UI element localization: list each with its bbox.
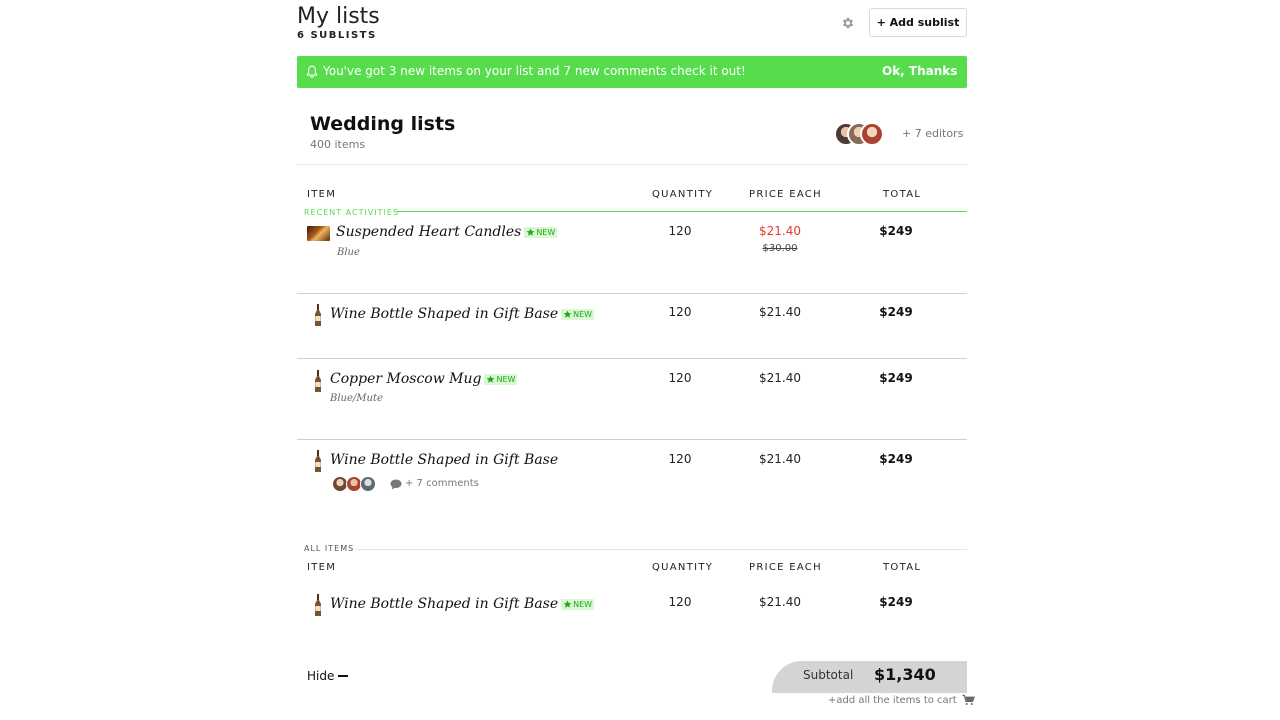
notification-banner: You've got 3 new items on your list and … [297, 56, 967, 88]
add-all-to-cart-link[interactable]: +add all the items to cart [828, 694, 975, 706]
new-badge-label: NEW [536, 227, 556, 237]
sublist-count: 6 SUBLISTS [297, 30, 377, 41]
subtotal-label: Subtotal [803, 668, 854, 682]
item-name[interactable]: Suspended Heart Candles [336, 224, 521, 240]
new-badge-label: NEW [573, 309, 593, 319]
column-header-price: PRICE EACH [749, 189, 822, 200]
item-quantity[interactable]: 120 [650, 595, 710, 609]
item-quantity[interactable]: 120 [650, 452, 710, 466]
hide-button[interactable]: Hide [307, 669, 349, 683]
bell-icon [306, 65, 318, 78]
list-item-count: 400 items [310, 138, 366, 151]
avatar [860, 122, 884, 146]
divider [356, 549, 967, 550]
subtotal-panel: Subtotal $1,340 [772, 661, 967, 693]
star-icon [487, 374, 495, 383]
item-price: $21.40 [759, 371, 801, 385]
new-badge: NEW [561, 598, 595, 610]
section-label-recent: RECENT ACTIVITIES [304, 208, 400, 217]
new-badge-label: NEW [573, 599, 593, 609]
item-total: $249 [879, 452, 913, 466]
star-icon [563, 309, 572, 318]
commenter-avatars[interactable] [332, 476, 380, 494]
list-title: Wedding lists [310, 113, 456, 135]
item-name[interactable]: Copper Moscow Mug [330, 371, 481, 387]
list-item[interactable]: Wine Bottle Shaped in Gift Base [330, 452, 558, 468]
product-thumbnail[interactable] [314, 370, 322, 392]
comment-count[interactable]: + 7 comments [405, 478, 479, 489]
list-item[interactable]: Copper Moscow Mug NEW [330, 371, 518, 387]
product-thumbnail[interactable] [307, 226, 330, 241]
star-icon [563, 599, 572, 608]
column-header-quantity: QUANTITY [652, 189, 714, 200]
comment-icon [390, 479, 402, 490]
column-header-total: TOTAL [883, 189, 922, 200]
divider [297, 439, 967, 440]
item-name[interactable]: Wine Bottle Shaped in Gift Base [330, 596, 558, 612]
editors-count[interactable]: + 7 editors [902, 127, 963, 140]
column-header-item: ITEM [307, 189, 337, 200]
page-title: My lists [297, 4, 380, 29]
item-name[interactable]: Wine Bottle Shaped in Gift Base [330, 452, 558, 468]
item-price: $21.40 [759, 452, 801, 466]
column-header-total: TOTAL [883, 562, 922, 573]
item-quantity[interactable]: 120 [650, 371, 710, 385]
dismiss-notification-button[interactable]: Ok, Thanks [882, 64, 957, 78]
item-price: $21.40 [759, 595, 801, 609]
product-thumbnail[interactable] [314, 304, 322, 326]
item-variant: Blue/Mute [330, 393, 383, 404]
divider [397, 211, 967, 212]
notification-message: You've got 3 new items on your list and … [323, 64, 746, 78]
editor-avatars[interactable] [834, 122, 894, 148]
item-price: $21.40 [759, 224, 801, 238]
item-price: $21.40 [759, 305, 801, 319]
subtotal-value: $1,340 [874, 665, 936, 684]
gear-icon[interactable] [841, 16, 855, 30]
column-header-price: PRICE EACH [749, 562, 822, 573]
divider [297, 293, 967, 294]
list-item[interactable]: Wine Bottle Shaped in Gift Base NEW [330, 306, 595, 322]
hide-label: Hide [307, 669, 335, 683]
add-all-to-cart-label: +add all the items to cart [828, 694, 957, 706]
new-badge: NEW [484, 373, 518, 385]
list-item[interactable]: Wine Bottle Shaped in Gift Base NEW [330, 596, 595, 612]
item-quantity[interactable]: 120 [650, 305, 710, 319]
item-quantity[interactable]: 120 [650, 224, 710, 238]
avatar [360, 476, 376, 492]
cart-icon [962, 694, 975, 706]
item-total: $249 [879, 305, 913, 319]
item-name[interactable]: Wine Bottle Shaped in Gift Base [330, 306, 558, 322]
column-header-quantity: QUANTITY [652, 562, 714, 573]
section-label-all-items: ALL ITEMS [304, 544, 355, 553]
item-total: $249 [879, 224, 913, 238]
item-old-price: $30.00 [762, 243, 798, 254]
star-icon [526, 227, 535, 236]
item-variant: Blue [337, 247, 360, 258]
column-header-item: ITEM [307, 562, 337, 573]
add-sublist-button[interactable]: + Add sublist [869, 8, 967, 37]
minus-icon [338, 675, 349, 677]
item-total: $249 [879, 371, 913, 385]
divider [297, 358, 967, 359]
product-thumbnail[interactable] [314, 594, 322, 616]
divider [297, 164, 967, 165]
product-thumbnail[interactable] [314, 450, 322, 472]
item-total: $249 [879, 595, 913, 609]
new-badge: NEW [524, 226, 558, 238]
new-badge: NEW [561, 308, 595, 320]
list-item[interactable]: Suspended Heart Candles NEW [336, 224, 558, 240]
new-badge-label: NEW [496, 374, 516, 384]
